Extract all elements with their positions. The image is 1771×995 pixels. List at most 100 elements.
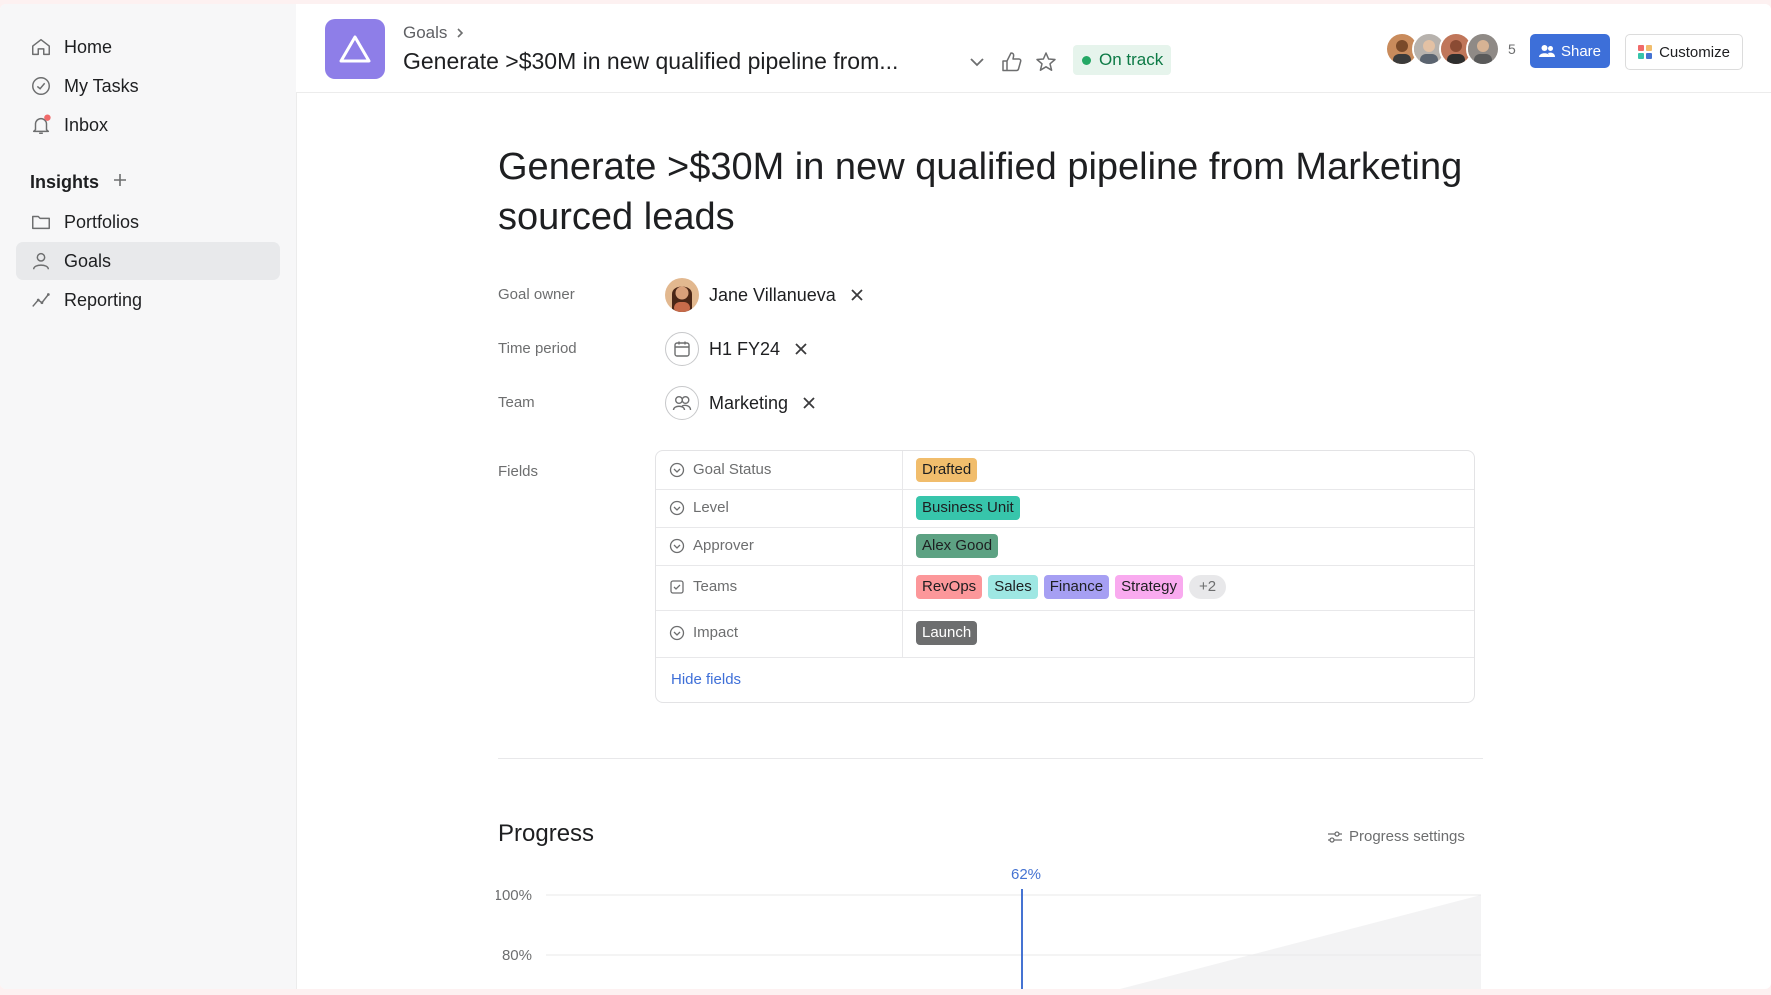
- current-progress-label: 62%: [1011, 866, 1041, 883]
- field-name: Goal Status: [669, 461, 771, 478]
- home-icon: [32, 38, 50, 56]
- customize-button[interactable]: Customize: [1625, 34, 1743, 70]
- time-period-value[interactable]: H1 FY24: [665, 330, 808, 368]
- chip-sales[interactable]: Sales: [988, 575, 1038, 599]
- progress-settings-button[interactable]: Progress settings: [1327, 828, 1465, 845]
- member-avatars[interactable]: 5: [1385, 32, 1516, 66]
- sidebar-item-label: Portfolios: [64, 211, 140, 232]
- y-tick-80: 80%: [502, 947, 532, 964]
- field-name: Impact: [669, 624, 738, 641]
- chip-finance[interactable]: Finance: [1043, 575, 1110, 599]
- star-icon[interactable]: [1034, 50, 1058, 74]
- chip-revops[interactable]: RevOps: [916, 575, 983, 599]
- field-row-approver[interactable]: Approver Alex Good: [656, 527, 1474, 566]
- breadcrumb-goals[interactable]: Goals: [403, 23, 447, 43]
- chip-strategy[interactable]: Strategy: [1115, 575, 1183, 599]
- goal-title[interactable]: Generate >$30M in new qualified pipeline…: [498, 142, 1478, 242]
- field-value[interactable]: Launch: [916, 621, 978, 645]
- y-tick-100: 100%: [496, 887, 532, 904]
- progress-projection-area: [1119, 895, 1481, 989]
- field-row-impact[interactable]: Impact Launch: [656, 610, 1474, 658]
- people-icon: [1538, 45, 1555, 57]
- time-period-label: Time period: [498, 340, 577, 357]
- field-value[interactable]: Alex Good: [916, 534, 999, 558]
- status-badge[interactable]: On track: [1073, 45, 1172, 75]
- sidebar-item-label: My Tasks: [64, 75, 139, 96]
- sidebar-item-label: Goals: [64, 250, 112, 271]
- chip-business-unit[interactable]: Business Unit: [916, 496, 1020, 520]
- trend-line-icon: [32, 293, 50, 307]
- field-name: Approver: [669, 537, 754, 554]
- share-label: Share: [1560, 42, 1602, 60]
- section-divider: [498, 758, 1483, 759]
- avatar-count: 5: [1508, 41, 1516, 57]
- close-icon[interactable]: [802, 396, 816, 410]
- goal-owner-name: Jane Villanueva: [709, 284, 836, 305]
- sidebar-item-portfolios[interactable]: Portfolios: [16, 203, 280, 241]
- sidebar: Home My Tasks Inbox Insights Portfolios …: [0, 4, 297, 989]
- triangle-goal-icon: [339, 35, 371, 63]
- chip-launch[interactable]: Launch: [916, 621, 978, 645]
- goal-icon-tile: [325, 19, 385, 79]
- breadcrumb[interactable]: Goals: [403, 23, 465, 43]
- bell-icon: [32, 114, 51, 134]
- progress-title: Progress: [498, 820, 595, 847]
- share-button[interactable]: Share: [1530, 34, 1610, 68]
- dropdown-field-icon: [669, 500, 685, 515]
- field-row-level[interactable]: Level Business Unit: [656, 489, 1474, 528]
- goal-owner-value[interactable]: Jane Villanueva: [665, 276, 864, 314]
- fields-table: Goal Status Drafted Level Business Unit …: [655, 450, 1475, 703]
- header-title: Generate >$30M in new qualified pipeline…: [403, 48, 899, 74]
- person-icon: [32, 252, 50, 270]
- avatar: [1466, 32, 1500, 66]
- field-name: Teams: [669, 578, 737, 595]
- field-value[interactable]: Business Unit: [916, 496, 1020, 520]
- dropdown-field-icon: [669, 625, 685, 640]
- customize-label: Customize: [1659, 43, 1730, 61]
- sidebar-item-home[interactable]: Home: [16, 28, 280, 66]
- goal-header: Goals Generate >$30M in new qualified pi…: [296, 4, 1771, 93]
- sidebar-item-my-tasks[interactable]: My Tasks: [16, 67, 280, 105]
- plus-icon[interactable]: [110, 170, 130, 190]
- chip-alex-good[interactable]: Alex Good: [916, 534, 999, 558]
- field-row-teams[interactable]: Teams RevOps Sales Finance Strategy +2: [656, 565, 1474, 611]
- close-icon[interactable]: [850, 288, 864, 302]
- section-title-insights: Insights: [30, 172, 100, 192]
- field-value[interactable]: Drafted: [916, 458, 978, 482]
- calendar-icon: [665, 332, 699, 366]
- chevron-right-icon: [457, 28, 464, 38]
- chip-more[interactable]: +2: [1188, 575, 1227, 599]
- chip-drafted[interactable]: Drafted: [916, 458, 978, 482]
- team-text: Marketing: [709, 392, 789, 413]
- sidebar-item-goals[interactable]: Goals: [16, 242, 280, 280]
- field-value[interactable]: RevOps Sales Finance Strategy +2: [916, 575, 1227, 599]
- sidebar-item-label: Reporting: [64, 289, 143, 310]
- avatar: [665, 278, 699, 312]
- field-name: Level: [669, 499, 729, 516]
- close-icon[interactable]: [794, 342, 808, 356]
- fields-label: Fields: [498, 463, 539, 480]
- thumbs-up-icon[interactable]: [1000, 50, 1024, 74]
- sidebar-item-reporting[interactable]: Reporting: [16, 281, 280, 319]
- sidebar-item-label: Inbox: [64, 114, 109, 135]
- sidebar-item-inbox[interactable]: Inbox: [16, 106, 280, 144]
- grid-icon: [1638, 45, 1653, 59]
- status-dot-icon: [1082, 56, 1091, 65]
- sliders-icon: [1328, 830, 1342, 843]
- hide-fields-link[interactable]: Hide fields: [671, 671, 741, 688]
- checkbox-field-icon: [670, 579, 684, 594]
- sidebar-item-label: Home: [64, 36, 113, 57]
- app-window: Home My Tasks Inbox Insights Portfolios …: [0, 4, 1771, 989]
- goal-owner-label: Goal owner: [498, 286, 575, 303]
- check-circle-icon: [32, 77, 50, 95]
- time-period-text: H1 FY24: [709, 338, 781, 359]
- folder-icon: [32, 215, 50, 230]
- progress-chart: 100% 80% 62%: [496, 866, 1481, 989]
- team-value[interactable]: Marketing: [665, 384, 816, 422]
- dropdown-field-icon: [669, 538, 685, 553]
- team-label: Team: [498, 394, 535, 411]
- status-text: On track: [1099, 50, 1164, 69]
- chevron-down-icon[interactable]: [965, 50, 989, 74]
- dropdown-field-icon: [669, 462, 685, 477]
- field-row-goal-status[interactable]: Goal Status Drafted: [656, 451, 1474, 490]
